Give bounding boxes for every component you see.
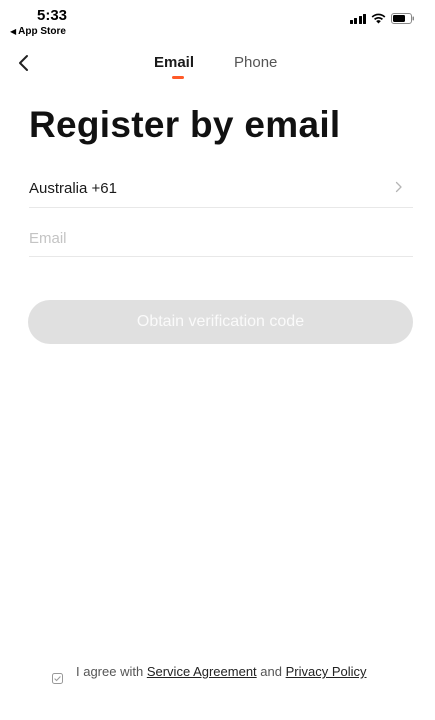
agreement: I agree with Service Agreement and Priva… xyxy=(52,665,402,684)
page-title: Register by email xyxy=(29,104,341,145)
tab-phone[interactable]: Phone xyxy=(234,54,277,71)
privacy-policy-link[interactable]: Privacy Policy xyxy=(286,664,367,679)
tab-email[interactable]: Email xyxy=(154,54,194,71)
chevron-left-icon xyxy=(19,55,28,71)
active-tab-indicator xyxy=(172,76,184,79)
agreement-text: I agree with Service Agreement and Priva… xyxy=(76,665,367,679)
status-time: 5:33 xyxy=(37,7,68,24)
app-store-back-link[interactable]: ◀ App Store xyxy=(10,26,66,37)
checkbox-icon[interactable] xyxy=(52,673,63,684)
nav-bar: Email Phone xyxy=(0,44,435,84)
email-input[interactable] xyxy=(29,226,409,250)
chevron-right-icon xyxy=(395,181,402,193)
back-button[interactable] xyxy=(10,50,36,76)
agreement-prefix: I agree with xyxy=(76,664,144,679)
back-triangle-icon: ◀ xyxy=(10,27,17,36)
status-bar: 5:33 ◀ App Store xyxy=(0,0,435,42)
obtain-verification-code-button[interactable]: Obtain verification code xyxy=(28,300,413,344)
app-store-back-label: App Store xyxy=(18,26,66,37)
signal-icon xyxy=(349,13,366,24)
service-agreement-link[interactable]: Service Agreement xyxy=(147,664,257,679)
email-field-row xyxy=(29,218,413,257)
agreement-connector: and xyxy=(260,664,282,679)
battery-icon xyxy=(391,13,415,24)
country-code-label: Australia +61 xyxy=(29,180,117,197)
status-icons xyxy=(349,13,416,24)
country-selector[interactable]: Australia +61 xyxy=(29,168,413,208)
wifi-icon xyxy=(371,13,386,24)
